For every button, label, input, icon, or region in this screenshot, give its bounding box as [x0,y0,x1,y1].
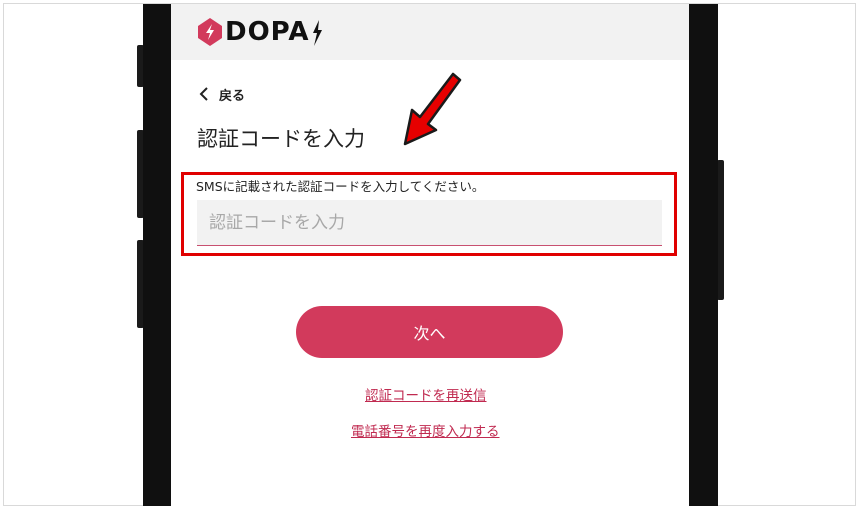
lightning-icon [313,20,322,46]
code-instruction: SMSに記載された認証コードを入力してください。 [196,179,485,194]
red-arrow-icon [403,72,462,146]
logo-text: DOPA [225,17,310,47]
chevron-left-icon [199,87,208,101]
next-button[interactable]: 次へ [296,306,563,358]
reenter-phone-link[interactable]: 電話番号を再度入力する [351,420,500,440]
phone-side-button [717,160,724,300]
dopa-logo-icon [198,18,222,46]
dopa-logo: DOPA [197,16,327,48]
app-header: DOPA [171,4,689,60]
page-title: 認証コードを入力 [197,127,365,151]
verification-code-input[interactable] [197,200,662,246]
back-label: 戻る [219,88,246,104]
resend-code-link[interactable]: 認証コードを再送信 [365,384,487,404]
back-button[interactable]: 戻る [199,84,245,104]
